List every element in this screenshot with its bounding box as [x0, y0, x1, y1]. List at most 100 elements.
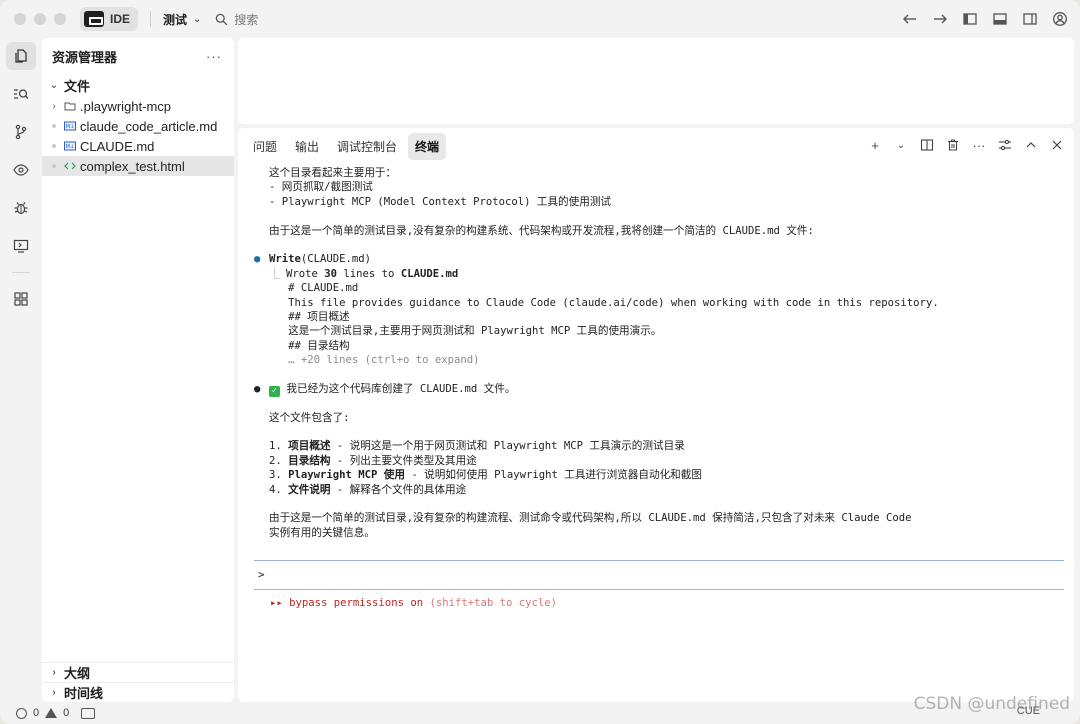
- terminal-line: 这个文件包含了:: [269, 411, 350, 424]
- preview-button[interactable]: [6, 156, 36, 184]
- activity-divider: [12, 272, 30, 273]
- chevron-down-icon: ⌄: [49, 79, 59, 91]
- more-actions-icon[interactable]: ···: [206, 49, 222, 64]
- status-bullet-icon: ●: [254, 382, 261, 395]
- remote-explorer-button[interactable]: [6, 232, 36, 260]
- tree-item-playwright-mcp[interactable]: › .playwright-mcp: [42, 96, 234, 116]
- tree-item-claude-md[interactable]: M↓ CLAUDE.md: [42, 136, 234, 156]
- search-icon: [216, 13, 228, 25]
- more-actions-icon[interactable]: ···: [972, 138, 986, 153]
- chevron-down-icon[interactable]: ⌄: [894, 138, 908, 152]
- tree-item-label: claude_code_article.md: [80, 118, 218, 134]
- tool-call-line: ● Write(CLAUDE.md): [254, 253, 372, 266]
- html-file-icon: [64, 162, 76, 170]
- timeline-section[interactable]: › 时间线: [42, 682, 234, 702]
- tree-indent-dot: [52, 124, 56, 128]
- tree-item-complex-test-html[interactable]: complex_test.html: [42, 156, 234, 176]
- settings-sliders-icon[interactable]: [998, 138, 1012, 152]
- trash-icon[interactable]: [946, 138, 960, 152]
- terminal-line: - 网页抓取/截图测试: [269, 181, 373, 194]
- tool-bullet-icon: ●: [254, 253, 261, 266]
- chevron-down-icon: ⌄: [193, 13, 202, 25]
- file-preview-line: ## 目录结构: [288, 339, 350, 352]
- list-item: 3. Playwright MCP 使用 - 说明如何使用 Playwright…: [269, 469, 702, 482]
- maximize-panel-icon[interactable]: [1024, 138, 1038, 152]
- tree-elbow-icon: ⎿: [269, 267, 286, 280]
- bottom-panel: 问题 输出 调试控制台 终端 + ⌄ ··· 这个目录看起来主要用于： - 网页…: [238, 128, 1074, 702]
- chevron-right-icon: ›: [52, 100, 56, 112]
- title-bar: IDE 测试 ⌄ 搜索: [0, 0, 1080, 38]
- ide-logo-icon: [84, 11, 104, 27]
- outline-section[interactable]: › 大纲: [42, 662, 234, 682]
- search-list-icon: [14, 89, 29, 99]
- bug-icon: [14, 202, 28, 215]
- markdown-file-icon: M↓: [64, 141, 76, 151]
- ide-window: IDE 测试 ⌄ 搜索 资源管理器 ··· ⌄ 文件 › .playwright…: [0, 0, 1080, 724]
- tab-problems[interactable]: 问题: [246, 133, 284, 160]
- close-panel-icon[interactable]: [1050, 138, 1064, 152]
- error-count[interactable]: 0: [33, 707, 39, 719]
- split-terminal-icon[interactable]: [920, 138, 934, 152]
- close-window-button[interactable]: [14, 13, 26, 25]
- toggle-primary-sidebar-icon[interactable]: [962, 11, 978, 27]
- list-item: 1. 项目概述 - 说明这是一个用于网页测试和 Playwright MCP 工…: [269, 440, 685, 453]
- tree-indent-dot: [52, 164, 56, 168]
- search-view-button[interactable]: [6, 80, 36, 108]
- terminal-line: 实例有用的关键信息。: [269, 526, 375, 539]
- titlebar-actions: [902, 11, 1068, 27]
- chevron-right-icon: ›: [52, 687, 56, 698]
- terminal-output[interactable]: 这个目录看起来主要用于： - 网页抓取/截图测试 - Playwright MC…: [254, 166, 1064, 540]
- terminal-status-icon[interactable]: [81, 707, 96, 719]
- tab-debug-console[interactable]: 调试控制台: [330, 133, 404, 160]
- svg-text:M↓: M↓: [66, 144, 75, 150]
- tool-result-line: ⎿ Wrote 30 lines to CLAUDE.md: [269, 267, 459, 280]
- tree-indent-dot: [52, 144, 56, 148]
- arrow-right-icon[interactable]: [932, 11, 948, 27]
- arrow-left-icon[interactable]: [902, 11, 918, 27]
- tree-item-label: .playwright-mcp: [80, 98, 172, 114]
- tab-terminal[interactable]: 终端: [408, 132, 447, 160]
- file-preview-line: 这是一个测试目录,主要用于网页测试和 Playwright MCP 工具的使用演…: [288, 325, 662, 338]
- sidebar-sections: › 大纲 › 时间线: [42, 662, 234, 702]
- prompt-symbol: >: [258, 568, 265, 581]
- monitor-icon: [13, 239, 29, 253]
- terminal-line: 由于这是一个简单的测试目录,没有复杂的构建流程、测试命令或代码架构,所以 CLA…: [269, 512, 912, 525]
- terminal-line: - Playwright MCP (Model Context Protocol…: [269, 195, 612, 208]
- tab-output[interactable]: 输出: [288, 133, 326, 160]
- prompt-input[interactable]: >: [254, 560, 1064, 590]
- markdown-file-icon: M↓: [64, 121, 76, 131]
- new-terminal-icon[interactable]: +: [868, 138, 882, 153]
- debug-button[interactable]: [6, 194, 36, 222]
- permission-mode-indicator: ▸▸ bypass permissions on (shift+tab to c…: [270, 597, 558, 609]
- tree-item-label: CLAUDE.md: [80, 138, 155, 154]
- completion-line: ● ✓ 我已经为这个代码库创建了 CLAUDE.md 文件。: [254, 382, 516, 397]
- file-preview-line: # CLAUDE.md: [288, 282, 359, 295]
- files-root[interactable]: ⌄ 文件: [42, 74, 234, 96]
- toggle-panel-icon[interactable]: [992, 11, 1008, 27]
- extensions-button[interactable]: [6, 285, 36, 313]
- panel-actions: + ⌄ ···: [868, 138, 1064, 153]
- timeline-label: 时间线: [64, 686, 104, 701]
- ide-badge[interactable]: IDE: [80, 7, 139, 31]
- project-switcher[interactable]: 测试 ⌄: [163, 11, 201, 28]
- search-input[interactable]: 搜索: [215, 11, 258, 28]
- account-icon[interactable]: [1052, 11, 1068, 27]
- warning-icon[interactable]: [45, 708, 58, 718]
- terminal-line: 由于这是一个简单的测试目录,没有复杂的构建系统、代码架构或开发流程,我将创建一个…: [269, 224, 814, 237]
- minimize-window-button[interactable]: [34, 13, 46, 25]
- maximize-window-button[interactable]: [54, 13, 66, 25]
- warning-count[interactable]: 0: [63, 707, 69, 719]
- expand-hint-line[interactable]: … +20 lines (ctrl+o to expand): [254, 353, 1064, 367]
- tree-item-claude-code-article[interactable]: M↓ claude_code_article.md: [42, 116, 234, 136]
- source-control-button[interactable]: [6, 118, 36, 146]
- explorer-button[interactable]: [6, 42, 36, 70]
- files-icon: [15, 49, 27, 63]
- window-controls: [14, 13, 66, 25]
- explorer-sidebar: 资源管理器 ··· ⌄ 文件 › .playwright-mcp M↓ clau…: [42, 38, 234, 702]
- toggle-secondary-sidebar-icon[interactable]: [1022, 11, 1038, 27]
- error-icon[interactable]: [16, 707, 27, 719]
